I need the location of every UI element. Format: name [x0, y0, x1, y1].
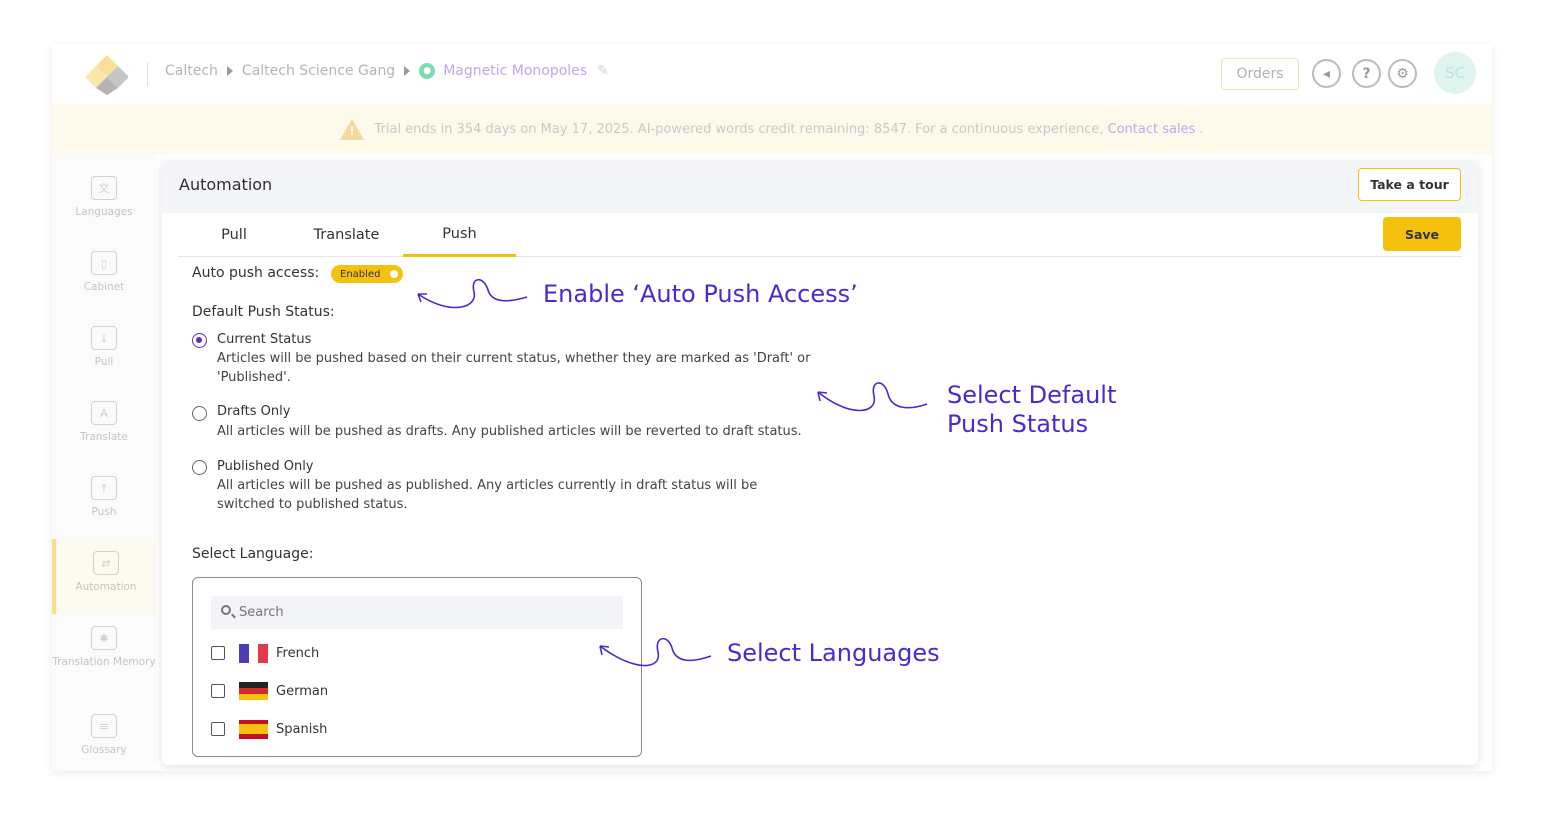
option-description: Articles will be pushed based on their c… [217, 351, 811, 385]
languages-icon: 文 [91, 176, 117, 200]
automation-icon: ⇄ [93, 551, 119, 575]
tab-bar: Pull Translate Push [178, 213, 1462, 257]
translation-memory-icon: ✱ [91, 626, 117, 650]
sidebar-item-automation[interactable]: ⇄ Automation [52, 539, 156, 614]
tab-push[interactable]: Push [403, 213, 516, 257]
breadcrumb-workspace[interactable]: Caltech Science Gang [242, 63, 395, 79]
pull-icon: ↓ [91, 326, 117, 350]
search-input[interactable] [211, 596, 623, 629]
option-title: Current Status [217, 332, 312, 347]
glossary-icon: ≡ [91, 714, 117, 738]
language-list: French German Spanish [192, 577, 642, 757]
push-icon: ↑ [91, 476, 117, 500]
automation-panel: Automation Take a tour Pull Translate Pu… [162, 161, 1478, 765]
top-bar: Caltech Caltech Science Gang ● Magnetic … [52, 44, 1492, 104]
language-name: Spanish [276, 721, 328, 737]
checkbox-french[interactable] [211, 646, 225, 660]
sidebar-item-cabinet[interactable]: ▯ Cabinet [52, 239, 156, 311]
settings-gear-icon[interactable]: ⚙ [1388, 59, 1417, 88]
sidebar-item-pull[interactable]: ↓ Pull [52, 314, 156, 386]
trial-message: Trial ends in 354 days on May 17, 2025. … [374, 121, 1104, 137]
warning-icon: ! [340, 118, 365, 140]
breadcrumb: Caltech Caltech Science Gang ● Magnetic … [165, 63, 609, 79]
search-icon [221, 605, 231, 615]
sidebar-item-glossary[interactable]: ≡ Glossary [52, 702, 156, 771]
toggle-state-label: Enabled [340, 268, 381, 280]
page-title: Automation [179, 175, 273, 194]
save-button[interactable]: Save [1383, 217, 1461, 251]
list-item[interactable]: German [211, 679, 328, 703]
option-description: All articles will be pushed as drafts. A… [217, 424, 802, 439]
sidebar-item-label: Translate [80, 431, 128, 443]
trial-suffix: . [1199, 121, 1204, 137]
sidebar-item-translate[interactable]: A Translate [52, 389, 156, 461]
auto-push-toggle[interactable]: Enabled [331, 265, 403, 283]
checkbox-german[interactable] [211, 684, 225, 698]
breadcrumb-org[interactable]: Caltech [165, 63, 218, 79]
avatar[interactable]: SC [1434, 52, 1476, 94]
announcement-icon[interactable]: ◂ [1312, 59, 1341, 88]
breadcrumb-project[interactable]: Magnetic Monopoles [443, 63, 587, 79]
sidebar-item-label: Automation [75, 581, 137, 593]
annotation-select-languages: Select Languages [727, 639, 940, 667]
france-flag-icon [239, 643, 269, 663]
breadcrumb-arrow-icon [226, 66, 233, 76]
sidebar-item-label: Languages [75, 206, 133, 218]
language-name: French [276, 645, 320, 661]
project-icon: ● [419, 63, 436, 79]
toggle-knob [390, 270, 398, 278]
annotation-select-status: Select Default Push Status [947, 381, 1116, 439]
swirl-arrow-icon [417, 278, 528, 309]
sidebar-item-label: Translation Memory [52, 656, 156, 668]
help-icon[interactable]: ? [1352, 59, 1381, 88]
option-title: Published Only [217, 459, 314, 474]
sidebar-item-label: Pull [94, 356, 114, 368]
cabinet-icon: ▯ [91, 251, 117, 275]
swirl-arrow-icon [599, 637, 712, 667]
trial-banner: ! Trial ends in 354 days on May 17, 2025… [52, 104, 1492, 154]
annotation-line: Select Default [947, 381, 1117, 409]
option-description: All articles will be pushed as published… [217, 478, 758, 512]
annotation-enable-push: Enable ‘Auto Push Access’ [543, 280, 858, 308]
sidebar-item-languages[interactable]: 文 Languages [52, 164, 156, 236]
option-title: Drafts Only [217, 404, 291, 419]
list-item[interactable]: French [211, 641, 319, 665]
contact-sales-link[interactable]: Contact sales [1108, 122, 1196, 137]
translate-icon: A [91, 401, 117, 425]
tab-pull[interactable]: Pull [178, 213, 290, 257]
tab-translate[interactable]: Translate [290, 213, 403, 257]
swirl-arrow-icon [817, 382, 928, 412]
radio-published-only[interactable] [192, 460, 207, 475]
spain-flag-icon [239, 719, 268, 739]
auto-push-label: Auto push access: [192, 265, 320, 281]
sidebar-item-label: Cabinet [83, 281, 125, 293]
select-language-label: Select Language: [192, 546, 314, 562]
annotation-line: Push Status [947, 410, 1089, 438]
list-item[interactable]: Spanish [211, 717, 327, 741]
checkbox-spanish[interactable] [211, 722, 225, 736]
radio-current-status[interactable] [192, 333, 207, 348]
take-a-tour-button[interactable]: Take a tour [1358, 168, 1461, 201]
orders-button[interactable]: Orders [1221, 58, 1299, 90]
sidebar-item-label: Push [91, 506, 117, 518]
sidebar-item-push[interactable]: ↑ Push [52, 464, 156, 536]
language-name: German [276, 683, 329, 699]
panel-header: Automation Take a tour [162, 161, 1478, 213]
sidebar-item-label: Glossary [81, 744, 127, 756]
header-divider [147, 62, 148, 86]
logo-icon[interactable] [86, 53, 128, 95]
radio-drafts-only[interactable] [192, 406, 207, 421]
breadcrumb-arrow-icon [404, 66, 411, 76]
sidebar-item-translation-memory[interactable]: ✱ Translation Memory [52, 614, 156, 686]
edit-pencil-icon[interactable]: ✎ [597, 63, 609, 79]
sidebar: 文 Languages ▯ Cabinet ↓ Pull A Translate… [52, 154, 156, 771]
default-push-status-label: Default Push Status: [192, 304, 335, 320]
germany-flag-icon [239, 681, 268, 701]
